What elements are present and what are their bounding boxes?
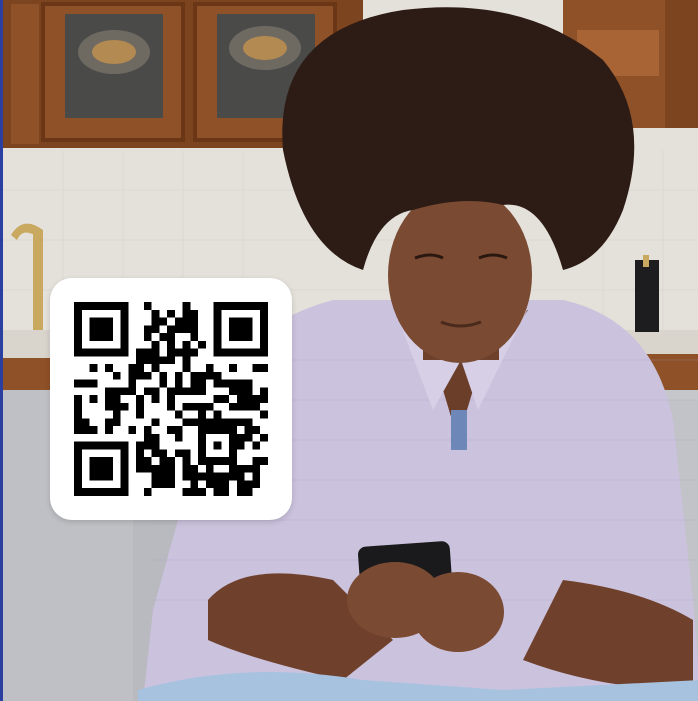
- photo-scene: [0, 0, 698, 701]
- qr-code-icon: [74, 302, 268, 496]
- qr-code-card[interactable]: [50, 278, 292, 520]
